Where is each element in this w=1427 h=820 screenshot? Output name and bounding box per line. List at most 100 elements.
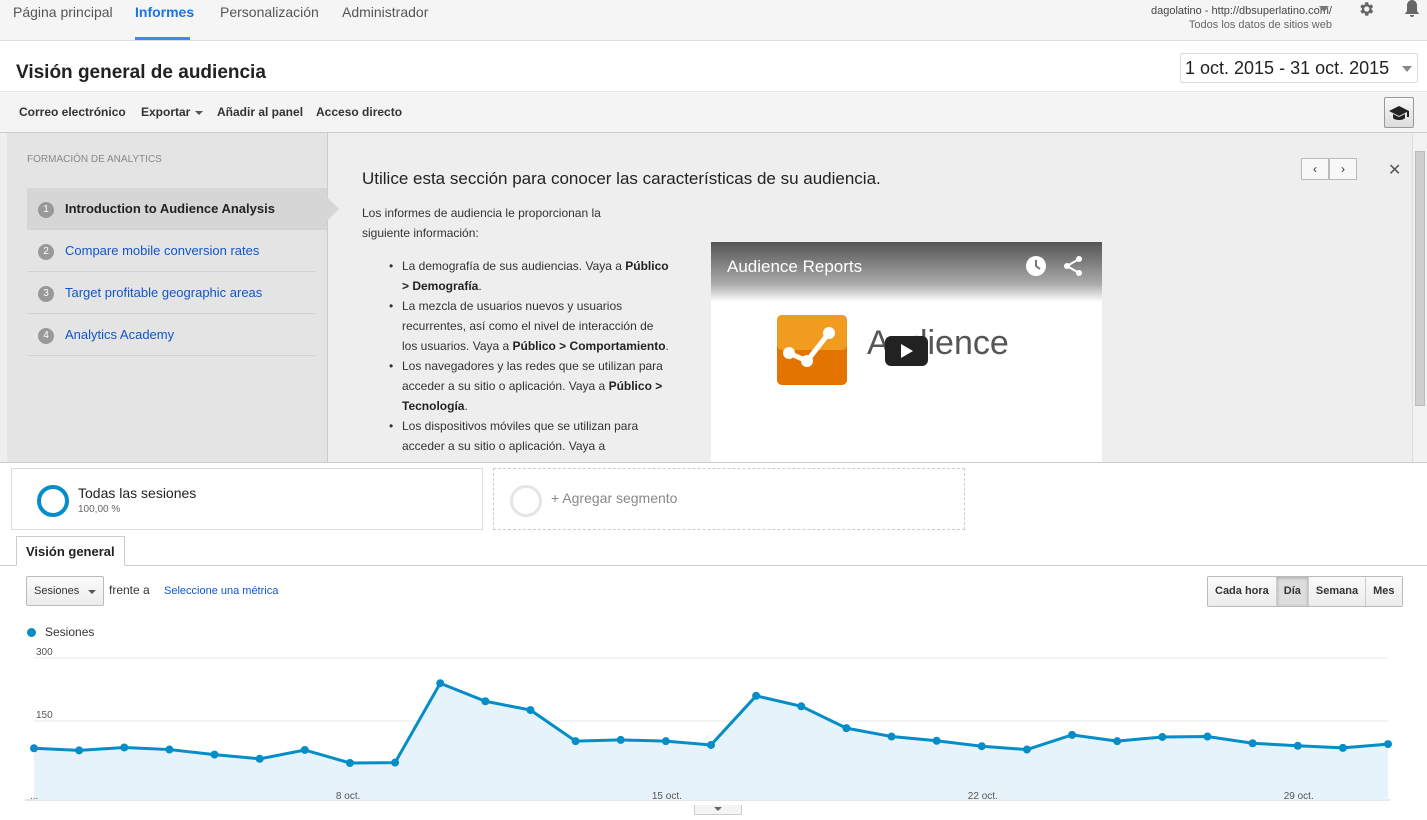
add-segment-button[interactable]: + Agregar segmento bbox=[493, 468, 965, 530]
tab-admin[interactable]: Administrador bbox=[342, 4, 428, 20]
scrollbar-thumb[interactable] bbox=[1415, 151, 1425, 406]
data-point bbox=[887, 732, 896, 741]
data-point bbox=[526, 706, 535, 715]
y-tick-label: 150 bbox=[36, 710, 53, 721]
legend-label: Sesiones bbox=[45, 625, 95, 639]
chevron-down-icon bbox=[1402, 66, 1412, 72]
data-point bbox=[481, 697, 490, 706]
step-number: 3 bbox=[38, 286, 54, 302]
data-point bbox=[30, 744, 38, 753]
export-button[interactable]: Exportar bbox=[141, 105, 204, 119]
chevron-left-icon: ‹ bbox=[1313, 162, 1317, 176]
prev-button[interactable]: ‹ bbox=[1301, 158, 1329, 180]
graduation-cap-icon bbox=[1389, 105, 1409, 120]
chevron-right-icon: › bbox=[1341, 162, 1345, 176]
x-tick-label: 8 oct. bbox=[336, 791, 360, 802]
data-point bbox=[391, 758, 400, 767]
data-point bbox=[752, 691, 761, 700]
add-to-dashboard-button[interactable]: Añadir al panel bbox=[217, 105, 303, 119]
tab-customization[interactable]: Personalización bbox=[220, 4, 319, 20]
training-step-1[interactable]: 1 Introduction to Audience Analysis bbox=[27, 188, 339, 230]
close-icon[interactable]: ✕ bbox=[1388, 160, 1401, 180]
list-item: Los navegadores y las redes que se utili… bbox=[389, 356, 672, 416]
data-point bbox=[932, 736, 941, 745]
export-label: Exportar bbox=[141, 105, 191, 119]
training-step-3[interactable]: 3 Target profitable geographic areas bbox=[27, 272, 315, 314]
notification-bell-icon[interactable] bbox=[1402, 0, 1422, 18]
account-selector[interactable]: dagolatino - http://dbsuperlatino.com/ T… bbox=[1151, 4, 1332, 32]
metric-select[interactable]: Sesiones bbox=[26, 576, 104, 606]
gear-icon[interactable] bbox=[1357, 0, 1375, 18]
account-dropdown-icon[interactable] bbox=[1319, 6, 1329, 12]
data-point bbox=[1248, 739, 1257, 748]
list-item: La mezcla de usuarios nuevos y usuarios … bbox=[389, 296, 672, 356]
data-point bbox=[707, 740, 715, 749]
video-player[interactable]: Audience Reports Audience bbox=[711, 242, 1102, 462]
add-segment-label: + Agregar segmento bbox=[551, 490, 678, 506]
training-step-2[interactable]: 2 Compare mobile conversion rates bbox=[27, 230, 315, 272]
data-point bbox=[436, 679, 445, 688]
tab-overview[interactable]: Visión general bbox=[16, 536, 125, 566]
legend-marker bbox=[27, 628, 36, 637]
data-point bbox=[120, 743, 129, 752]
date-range-label: 1 oct. 2015 - 31 oct. 2015 bbox=[1185, 58, 1390, 78]
data-point bbox=[1022, 745, 1031, 754]
page-title: Visión general de audiencia bbox=[16, 62, 266, 83]
education-toggle-button[interactable] bbox=[1384, 97, 1414, 128]
data-point bbox=[842, 724, 851, 733]
data-point bbox=[661, 737, 670, 746]
granularity-toggle: Cada hora Día Semana Mes bbox=[1207, 576, 1403, 607]
segment-all-sessions[interactable]: Todas las sesiones 100,00 % bbox=[11, 468, 483, 530]
data-point bbox=[210, 750, 219, 759]
training-bullets: La demografía de sus audiencias. Vaya a … bbox=[389, 256, 672, 456]
training-heading: FORMACIÓN DE ANALYTICS bbox=[27, 154, 162, 165]
data-point bbox=[1384, 740, 1392, 749]
active-tab-indicator bbox=[135, 37, 190, 40]
segment-percent: 100,00 % bbox=[78, 504, 121, 515]
hourly-button[interactable]: Cada hora bbox=[1208, 577, 1276, 606]
step-label: Analytics Academy bbox=[65, 327, 175, 342]
analytics-training-panel: FORMACIÓN DE ANALYTICS 1 Introduction to… bbox=[0, 133, 1427, 463]
scrollbar[interactable] bbox=[1412, 133, 1427, 462]
chevron-down-icon bbox=[195, 110, 204, 115]
day-button[interactable]: Día bbox=[1275, 577, 1308, 606]
training-intro: Los informes de audiencia le proporciona… bbox=[362, 206, 601, 240]
x-tick-label: 22 oct. bbox=[968, 791, 998, 802]
shortcut-button[interactable]: Acceso directo bbox=[316, 105, 402, 119]
title-bar: Visión general de audiencia 1 oct. 2015 … bbox=[0, 41, 1427, 91]
tab-home[interactable]: Página principal bbox=[13, 4, 113, 20]
top-nav: Página principal Informes Personalizació… bbox=[0, 0, 1427, 41]
share-icon[interactable] bbox=[1062, 255, 1084, 277]
date-range-picker[interactable]: 1 oct. 2015 - 31 oct. 2015 bbox=[1180, 53, 1418, 83]
training-step-4[interactable]: 4 Analytics Academy bbox=[27, 314, 315, 356]
next-button[interactable]: › bbox=[1329, 158, 1357, 180]
sessions-chart[interactable]: 300 150... 8 oct. 15 oct. 22 oct. 29 oct. bbox=[0, 645, 1427, 820]
x-tick-label: ... bbox=[30, 791, 38, 802]
account-name: dagolatino - http://dbsuperlatino.com/ bbox=[1150, 5, 1332, 17]
step-label: Introduction to Audience Analysis bbox=[65, 201, 275, 216]
segment-ring-icon bbox=[510, 485, 542, 517]
x-tick-label: 29 oct. bbox=[1284, 791, 1314, 802]
step-number: 2 bbox=[38, 244, 54, 260]
data-point bbox=[1113, 737, 1122, 746]
y-tick-label: 300 bbox=[36, 647, 53, 658]
data-point bbox=[1338, 743, 1347, 752]
play-icon[interactable] bbox=[885, 336, 928, 366]
email-button[interactable]: Correo electrónico bbox=[19, 105, 126, 119]
watch-later-icon[interactable] bbox=[1025, 255, 1047, 277]
step-number: 1 bbox=[38, 202, 54, 218]
data-point bbox=[300, 745, 309, 754]
step-number: 4 bbox=[38, 328, 54, 344]
week-button[interactable]: Semana bbox=[1307, 577, 1366, 606]
data-point bbox=[1068, 730, 1077, 739]
data-point bbox=[255, 754, 264, 763]
versus-label: frente a bbox=[109, 583, 150, 597]
chart-collapse-handle[interactable] bbox=[694, 805, 742, 815]
data-point bbox=[165, 745, 174, 754]
month-button[interactable]: Mes bbox=[1365, 577, 1402, 606]
account-view: Todos los datos de sitios web bbox=[1188, 19, 1332, 31]
select-metric-link[interactable]: Seleccione una métrica bbox=[164, 585, 278, 597]
tab-reports[interactable]: Informes bbox=[135, 4, 194, 20]
data-point bbox=[571, 737, 580, 746]
data-point bbox=[345, 759, 354, 767]
